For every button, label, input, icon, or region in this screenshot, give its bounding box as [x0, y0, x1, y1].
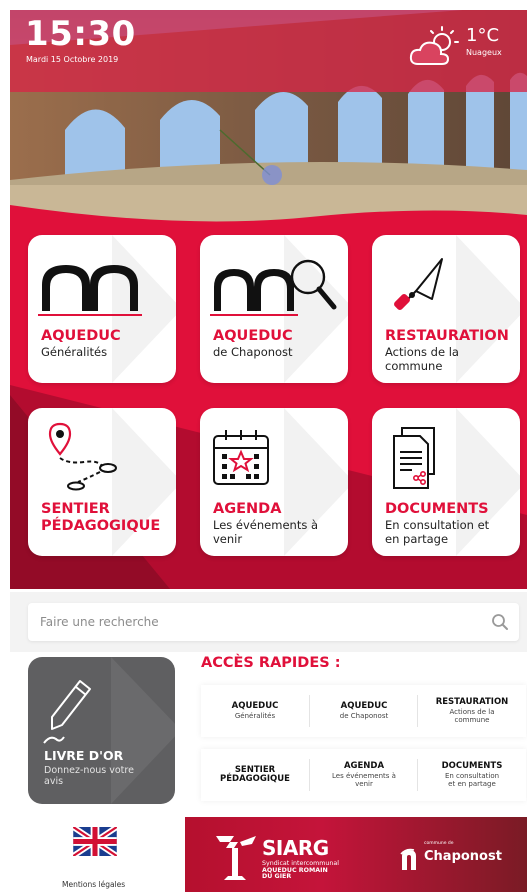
- quick-link-title: AQUEDUC: [340, 700, 388, 711]
- chaponost-logo-icon[interactable]: [400, 848, 424, 872]
- pen-icon: [43, 680, 91, 744]
- quick-link-documents[interactable]: DOCUMENTS En consultation et en partage: [418, 749, 526, 801]
- siarg-tagline: Syndicat intercommunal AQUEDUC ROMAIN DU…: [262, 860, 342, 881]
- guestbook-button[interactable]: LIVRE D'OR Donnez-nous votre avis: [28, 657, 175, 804]
- tile-documents[interactable]: DOCUMENTS En consultation et en partage: [372, 408, 520, 556]
- tile-restauration[interactable]: RESTAURATION Actions de la commune: [372, 235, 520, 383]
- weather-condition: Nuageux: [466, 48, 502, 57]
- chaponost-prefix: commune de: [424, 841, 454, 846]
- legal-notice-link[interactable]: Mentions légales: [62, 880, 125, 889]
- trail-map-pin-icon: [48, 422, 117, 491]
- search-input[interactable]: [40, 612, 460, 632]
- quick-link-title: AGENDA: [343, 760, 385, 771]
- search-icon[interactable]: [491, 613, 509, 631]
- guestbook-title: LIVRE D'OR: [44, 748, 124, 763]
- guestbook-subtitle: Donnez-nous votre avis: [44, 765, 134, 787]
- quick-link-title: DOCUMENTS: [441, 760, 503, 771]
- partly-cloudy-icon: [409, 26, 459, 65]
- tile-subtitle: Actions de la commune: [385, 345, 459, 374]
- siarg-tagline-line: DU GIER: [262, 873, 292, 881]
- clock-date: Mardi 15 Octobre 2019: [26, 55, 119, 64]
- quick-access-row: AQUEDUC Généralités AQUEDUC de Chaponost…: [201, 685, 526, 737]
- clock-time: 15:30: [25, 14, 136, 54]
- tile-agenda[interactable]: AGENDA Les événements à venir: [200, 408, 348, 556]
- tile-title: AGENDA: [213, 501, 282, 517]
- calendar-star-icon: [213, 430, 269, 485]
- quick-access-row: SENTIER PÉDAGOGIQUE AGENDA Les événement…: [201, 749, 526, 801]
- quick-link-subtitle: Les événements à venir: [332, 772, 396, 789]
- quick-link-aqueduc-generalites[interactable]: AQUEDUC Généralités: [201, 685, 309, 737]
- quick-link-restauration[interactable]: RESTAURATION Actions de la commune: [418, 685, 526, 737]
- hero-bottom-curve: [10, 185, 527, 222]
- tile-title: DOCUMENTS: [385, 501, 489, 517]
- quick-access-title: ACCÈS RAPIDES :: [201, 655, 341, 671]
- quick-link-agenda[interactable]: AGENDA Les événements à venir: [310, 749, 418, 801]
- tile-subtitle: de Chaponost: [213, 345, 293, 359]
- quick-link-aqueduc-chaponost[interactable]: AQUEDUC de Chaponost: [310, 685, 418, 737]
- quick-link-subtitle: Généralités: [234, 712, 276, 721]
- tile-title: AQUEDUC: [41, 328, 121, 344]
- tile-aqueduc-generalites[interactable]: AQUEDUC Généralités: [28, 235, 176, 383]
- search-bar: [28, 603, 519, 641]
- siarg-logo-icon[interactable]: [212, 832, 262, 884]
- quick-link-title: AQUEDUC: [231, 700, 279, 711]
- trowel-icon: [394, 258, 443, 310]
- quick-link-sentier-pedagogique[interactable]: SENTIER PÉDAGOGIQUE: [201, 749, 309, 801]
- tile-subtitle: En consultation et en partage: [385, 518, 490, 547]
- quick-link-subtitle: En consultation et en partage: [444, 772, 500, 789]
- tile-subtitle: Généralités: [41, 345, 108, 359]
- documents-share-icon: [393, 427, 435, 489]
- aqueduct-arches-icon: [38, 265, 142, 316]
- siarg-name: SIARG: [262, 836, 329, 860]
- tile-subtitle: Les événements à venir: [213, 518, 319, 547]
- tile-title: RESTAURATION: [385, 328, 509, 344]
- uk-flag-icon[interactable]: [73, 827, 117, 856]
- chaponost-name: Chaponost: [424, 849, 502, 864]
- quick-link-subtitle: Actions de la commune: [449, 708, 495, 725]
- quick-link-subtitle: de Chaponost: [339, 712, 389, 721]
- tile-title: AQUEDUC: [213, 328, 293, 344]
- aqueduct-magnifier-icon: [210, 259, 337, 316]
- quick-link-title: SENTIER PÉDAGOGIQUE: [220, 764, 290, 784]
- quick-link-title: RESTAURATION: [435, 696, 509, 707]
- tile-aqueduc-chaponost[interactable]: AQUEDUC de Chaponost: [200, 235, 348, 383]
- tile-title: SENTIER PÉDAGOGIQUE: [41, 501, 161, 534]
- tile-sentier-pedagogique[interactable]: SENTIER PÉDAGOGIQUE: [28, 408, 176, 556]
- temperature: 1°C: [466, 25, 500, 46]
